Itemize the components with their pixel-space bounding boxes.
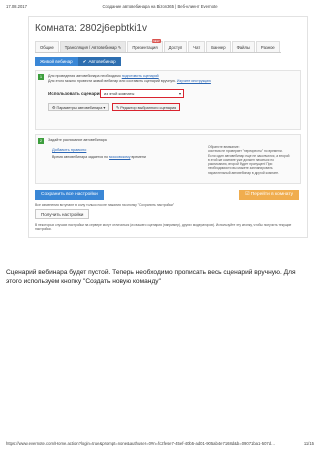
autowebinar-label: Автовебинар — [88, 59, 116, 64]
tab-misc[interactable]: Разное — [255, 41, 280, 52]
pdf-header: 17.08.2017 Создание автовебинара на Bizo… — [6, 4, 314, 12]
moscow-time-link[interactable]: московскому — [109, 155, 130, 159]
tab-files[interactable]: Файлы — [231, 41, 255, 52]
settings-tabs: Общие Трансляция / Автовебинар ✎ Презент… — [35, 39, 281, 53]
tab-general[interactable]: Общие — [35, 41, 59, 52]
scenario-label: Использовать сценарий: — [48, 91, 104, 96]
step1-line1: Для проведения автовебинара необходимо п… — [48, 74, 159, 78]
step2-title: Задайте расписание автовебинара — [48, 138, 107, 142]
scenario-editor-button[interactable]: ✎ Редактор выбранного сценария — [112, 103, 181, 111]
timezone-note: Время автовебинара задается по московско… — [52, 155, 146, 159]
tab-label: Разное — [260, 45, 275, 50]
tab-banner[interactable]: Баннер — [206, 41, 231, 52]
tz-text: Время автовебинара задается по — [52, 155, 109, 159]
scenario-select[interactable]: из этой комнаты ▾ — [100, 89, 184, 98]
chevron-down-icon: ▾ — [178, 91, 181, 96]
add-rule-link[interactable]: Добавить правило — [52, 147, 86, 152]
step2-panel: 2 Задайте расписание автовебинара Добави… — [35, 134, 301, 184]
step-number: 2 — [38, 138, 44, 144]
tab-label: Баннер — [211, 45, 226, 50]
settings-note: В некоторых случаях настройки на сервере… — [35, 223, 292, 232]
live-webinar-button[interactable]: Живой вебинар — [35, 57, 78, 66]
autowebinar-button[interactable]: ✔ Автовебинар — [77, 57, 121, 66]
step1-text: Для проведения автовебинара необходимо — [48, 74, 121, 78]
tab-label: Презентация — [132, 45, 158, 50]
tab-presentation[interactable]: Презентация NEW — [127, 39, 163, 52]
mode-switch: Живой вебинар ✔ Автовебинар — [35, 57, 121, 66]
page-url: https://www.evernote.com/Home.action?log… — [6, 441, 276, 446]
save-all-button[interactable]: Сохранить все настройки — [35, 190, 104, 200]
goto-room-button[interactable]: ☑ Перейти в комнату — [239, 190, 299, 200]
instruction-link[interactable]: Изучите инструкцию — [177, 79, 211, 83]
tab-access[interactable]: Доступ — [163, 41, 188, 52]
autowebinar-params-button[interactable]: ⚙ Параметры автовебинара ▾ — [48, 103, 110, 111]
caption-text: Сценарий вебинара будет пустой. Теперь н… — [6, 269, 296, 285]
tab-broadcast[interactable]: Трансляция / Автовебинар ✎ — [59, 41, 127, 52]
check-icon: ✔ — [82, 59, 87, 64]
tab-label: Файлы — [236, 45, 250, 50]
room-title: Комната: 2802j6epbtki1v — [35, 23, 147, 34]
scenario-value: из этой комнаты — [104, 91, 135, 96]
step-number: 1 — [38, 74, 44, 80]
overlap-warning: Обратите внимание: система не проверяет … — [208, 145, 290, 175]
prepare-scenario-link[interactable]: подготовить сценарий — [122, 74, 159, 78]
tab-label: Трансляция / Автовебинар ✎ — [64, 45, 122, 50]
step1-panel: 1 Для проведения автовебинара необходимо… — [35, 70, 301, 130]
page-number: 11/15 — [303, 441, 314, 446]
step1-text2: Для этого можно провести живой вебинар и… — [48, 79, 176, 83]
tz-tail: времени — [131, 155, 146, 159]
step1-line2: Для этого можно провести живой вебинар и… — [48, 79, 211, 83]
save-hint: Все изменения вступают в силу только пос… — [35, 203, 175, 207]
tab-label: Доступ — [168, 45, 183, 50]
pdf-footer: https://www.evernote.com/Home.action?log… — [6, 441, 314, 449]
document-title: Создание автовебинара на Bizon365 | Веб-… — [102, 4, 218, 9]
get-settings-button[interactable]: Получить настройки — [35, 209, 90, 219]
new-badge: NEW — [151, 39, 161, 43]
tab-chat[interactable]: Чат — [188, 41, 206, 52]
tab-label: Общие — [40, 45, 54, 50]
tab-label: Чат — [193, 45, 201, 50]
screenshot-frame: Комната: 2802j6epbtki1v Общие Трансляция… — [28, 16, 308, 238]
